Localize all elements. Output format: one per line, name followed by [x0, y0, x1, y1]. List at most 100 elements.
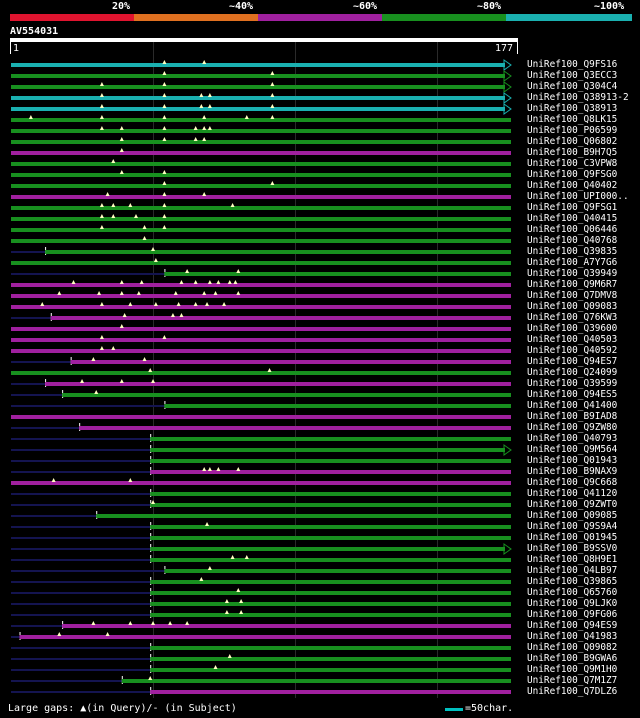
hit-label[interactable]: UniRef100_Q9M6R7 — [527, 279, 617, 290]
hit-bar[interactable] — [11, 85, 505, 89]
hit-bar[interactable] — [11, 140, 511, 144]
hit-label[interactable]: UniRef100_Q304C4 — [527, 81, 617, 92]
hit-label[interactable]: UniRef100_Q9FG06 — [527, 609, 617, 620]
hit-label[interactable]: UniRef100_Q38913 — [527, 103, 617, 114]
hit-row[interactable] — [11, 247, 511, 255]
hit-bar[interactable] — [150, 459, 512, 463]
hit-label[interactable]: UniRef100_B9IAD8 — [527, 411, 617, 422]
hit-row[interactable] — [11, 665, 512, 673]
hit-row[interactable] — [11, 390, 512, 398]
hit-label[interactable]: UniRef100_Q09082 — [527, 642, 617, 653]
hit-row[interactable] — [11, 313, 511, 321]
hit-row[interactable] — [11, 368, 511, 375]
hit-label[interactable]: UniRef100_Q9FS16 — [527, 59, 617, 70]
hit-label[interactable]: UniRef100_Q9FSG1 — [527, 202, 617, 213]
hit-bar[interactable] — [150, 547, 506, 551]
hit-row[interactable] — [11, 225, 511, 232]
hit-row[interactable] — [11, 214, 511, 221]
hit-bar[interactable] — [70, 360, 511, 364]
hit-row[interactable] — [11, 489, 512, 497]
hit-label[interactable]: UniRef100_B9GWA6 — [527, 653, 617, 664]
hit-label[interactable]: UniRef100_Q9C668 — [527, 477, 617, 488]
hit-label[interactable]: UniRef100_Q7DMV8 — [527, 290, 617, 301]
hit-bar[interactable] — [150, 690, 512, 694]
hit-row[interactable] — [11, 280, 511, 287]
hit-bar[interactable] — [150, 492, 512, 496]
hit-bar[interactable] — [11, 206, 511, 210]
hit-bar[interactable] — [11, 184, 511, 188]
hit-label[interactable]: UniRef100_Q41120 — [527, 488, 617, 499]
hit-bar[interactable] — [11, 239, 511, 243]
hit-bar[interactable] — [11, 261, 511, 265]
hit-row[interactable] — [11, 533, 512, 541]
hit-bar[interactable] — [11, 371, 511, 375]
hit-label[interactable]: UniRef100_Q94ES9 — [527, 620, 617, 631]
hit-row[interactable] — [11, 467, 512, 475]
hit-bar[interactable] — [79, 426, 511, 430]
hit-label[interactable]: UniRef100_Q01945 — [527, 532, 617, 543]
hit-bar[interactable] — [62, 393, 512, 397]
hit-bar[interactable] — [150, 668, 512, 672]
hit-label[interactable]: UniRef100_Q40592 — [527, 345, 617, 356]
hit-label[interactable]: UniRef100_Q3ECC3 — [527, 70, 617, 81]
hit-label[interactable]: UniRef100_Q40503 — [527, 334, 617, 345]
hit-label[interactable]: UniRef100_Q41400 — [527, 400, 617, 411]
hit-row[interactable] — [11, 59, 512, 71]
hit-label[interactable]: UniRef100_Q40793 — [527, 433, 617, 444]
hit-bar[interactable] — [150, 437, 512, 441]
hit-row[interactable] — [11, 543, 512, 555]
hit-row[interactable] — [11, 346, 511, 353]
hit-row[interactable] — [11, 511, 512, 519]
hit-bar[interactable] — [150, 646, 512, 650]
hit-bar[interactable] — [11, 228, 511, 232]
hit-row[interactable] — [11, 577, 512, 585]
hit-row[interactable] — [11, 415, 511, 419]
hit-label[interactable]: UniRef100_Q39599 — [527, 378, 617, 389]
hit-bar[interactable] — [11, 294, 511, 298]
hit-row[interactable] — [11, 621, 512, 629]
hit-bar[interactable] — [150, 613, 512, 617]
hit-row[interactable] — [11, 103, 512, 115]
hit-bar[interactable] — [150, 503, 512, 507]
hit-label[interactable]: UniRef100_Q8LK15 — [527, 114, 617, 125]
hit-bar[interactable] — [11, 63, 505, 67]
hit-bar[interactable] — [121, 679, 511, 683]
hit-label[interactable]: UniRef100_Q9S9A4 — [527, 521, 617, 532]
hit-bar[interactable] — [164, 404, 511, 408]
hit-bar[interactable] — [11, 162, 511, 166]
hit-label[interactable]: UniRef100_B9H7Q5 — [527, 147, 617, 158]
hit-bar[interactable] — [96, 514, 512, 518]
hit-bar[interactable] — [150, 558, 512, 562]
hit-row[interactable] — [11, 444, 512, 456]
hit-label[interactable]: UniRef100_Q9FSG0 — [527, 169, 617, 180]
hit-bar[interactable] — [11, 481, 511, 485]
hit-row[interactable] — [11, 258, 511, 265]
hit-label[interactable]: UniRef100_Q24099 — [527, 367, 617, 378]
hit-bar[interactable] — [11, 96, 505, 100]
hit-label[interactable]: UniRef100_Q4LB97 — [527, 565, 617, 576]
hit-bar[interactable] — [11, 338, 511, 342]
hit-label[interactable]: UniRef100_Q9M1H0 — [527, 664, 617, 675]
hit-row[interactable] — [11, 70, 512, 82]
hit-row[interactable] — [11, 654, 512, 662]
hit-row[interactable] — [11, 335, 511, 342]
hit-row[interactable] — [11, 522, 512, 530]
hit-label[interactable]: UniRef100_Q7DLZ6 — [527, 686, 617, 697]
hit-bar[interactable] — [11, 118, 511, 122]
hit-label[interactable]: UniRef100_Q06446 — [527, 224, 617, 235]
hit-row[interactable] — [11, 291, 511, 298]
hit-row[interactable] — [11, 566, 511, 574]
hit-row[interactable] — [11, 159, 511, 166]
hit-row[interactable] — [11, 379, 511, 387]
hit-label[interactable]: UniRef100_Q09085 — [527, 510, 617, 521]
hit-row[interactable] — [11, 148, 511, 155]
hit-row[interactable] — [11, 269, 511, 277]
hit-label[interactable]: UniRef100_Q39949 — [527, 268, 617, 279]
hit-row[interactable] — [11, 181, 511, 188]
hit-row[interactable] — [11, 115, 511, 122]
hit-bar[interactable] — [150, 448, 506, 452]
hit-label[interactable]: UniRef100_A7Y7G6 — [527, 257, 617, 268]
hit-bar[interactable] — [45, 382, 511, 386]
hit-row[interactable] — [11, 81, 512, 93]
hit-label[interactable]: UniRef100_Q94ES5 — [527, 389, 617, 400]
